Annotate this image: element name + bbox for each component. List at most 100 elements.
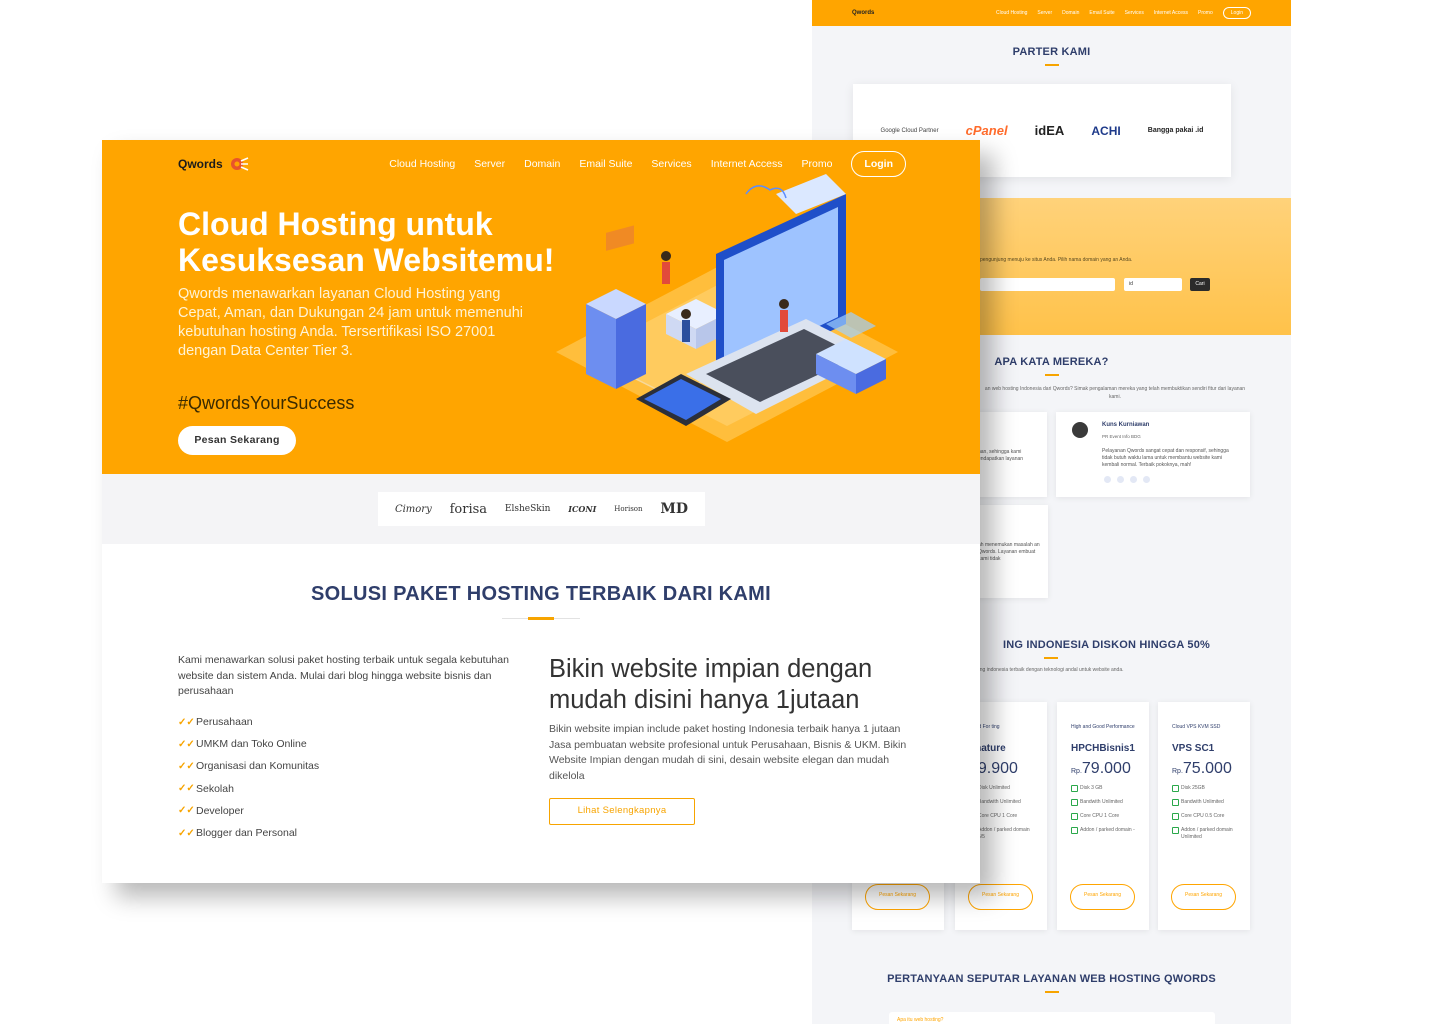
back-logo[interactable]: Qwords <box>852 10 874 16</box>
plan-price: Rp.79.000 <box>1071 760 1135 778</box>
back-nav-services[interactable]: Services <box>1125 10 1144 16</box>
double-check-icon: ✓✓ <box>178 783 195 795</box>
horison-logo: Horison <box>614 505 643 513</box>
nav-internet-access[interactable]: Internet Access <box>711 158 783 170</box>
faq-item[interactable]: Apa itu web hosting? <box>889 1012 1215 1024</box>
main-page-preview: Qwords Cloud Hosting Server Domain Email… <box>102 140 980 883</box>
price-currency: Rp. <box>1071 768 1082 775</box>
instagram-icon[interactable] <box>1130 476 1137 483</box>
back-nav-email-suite[interactable]: Email Suite <box>1089 10 1114 16</box>
back-nav-cloud-hosting[interactable]: Cloud Hosting <box>996 10 1027 16</box>
plan-feature: Core CPU 0.5 Core <box>1172 813 1236 820</box>
back-nav-server[interactable]: Server <box>1037 10 1052 16</box>
faq-title: PERTANYAAN SEPUTAR LAYANAN WEB HOSTING Q… <box>887 973 1216 985</box>
nav-cloud-hosting[interactable]: Cloud Hosting <box>389 158 455 170</box>
list-item: ✓✓ Organisasi dan Komunitas <box>178 755 319 777</box>
list-item-label: Organisasi dan Komunitas <box>196 760 320 773</box>
iconi-logo: ICONI <box>568 504 597 514</box>
order-button[interactable]: Pesan Sekarang <box>1171 884 1236 910</box>
social-icons <box>1104 476 1156 486</box>
plan-feature: Addon / parked domain - <box>1071 827 1135 834</box>
list-item-label: Perusahaan <box>196 716 253 729</box>
mail-icon <box>606 225 634 251</box>
nav-promo[interactable]: Promo <box>801 158 832 170</box>
plan-name: HPCHBisnis1 <box>1071 743 1135 754</box>
title-underline <box>1044 657 1058 659</box>
twitter-icon[interactable] <box>1104 476 1111 483</box>
domain-extension-select[interactable]: id <box>1124 278 1182 291</box>
testimonial-text: Pelayanan Qwords sangat cepat dan respon… <box>1102 448 1229 468</box>
price-currency: Rp. <box>1172 768 1183 775</box>
testimonial-text: ah menemukan masalah an Qwords. Layanan … <box>978 542 1040 562</box>
cpanel-logo: cPanel <box>965 123 1008 138</box>
order-now-button[interactable]: Pesan Sekarang <box>178 426 296 455</box>
plan-feature: Core CPU 1 Core <box>1071 813 1135 820</box>
list-item-label: UMKM dan Toko Online <box>196 738 307 751</box>
hero-description: Qwords menawarkan layanan Cloud Hosting … <box>178 286 523 359</box>
price-value: 75.000 <box>1182 760 1232 777</box>
domain-search-input[interactable] <box>980 278 1115 291</box>
order-button[interactable]: Pesan Sekarang <box>865 884 930 910</box>
client-logos-strip: Cimory forisa ElsheSkin ICONI Horison MD <box>378 492 705 526</box>
solutions-intro: Kami menawarkan solusi paket hosting ter… <box>178 654 509 697</box>
discount-subtitle: osting indonesia terbaik dengan teknolog… <box>972 667 1124 673</box>
list-item: ✓✓ Perusahaan <box>178 711 319 733</box>
plan-name: VPS SC1 <box>1172 743 1215 754</box>
cimory-logo: Cimory <box>394 503 432 515</box>
plan-feature: Addon / parked domain Unlimited <box>1172 827 1236 841</box>
testimonial-text: han, sehingga kami endapatkan layanan <box>978 449 1024 462</box>
back-nav-promo[interactable]: Promo <box>1198 10 1213 16</box>
testimonial-name: Kuns Kurniawan <box>1102 422 1150 428</box>
website-offer-title: Bikin website impian dengan mudah disini… <box>549 655 873 714</box>
logo-text: Qwords <box>178 157 223 171</box>
nav-domain[interactable]: Domain <box>524 158 560 170</box>
nav-services[interactable]: Services <box>651 158 691 170</box>
facebook-icon[interactable] <box>1117 476 1124 483</box>
hero-title: Cloud Hosting untuk Kesuksesan Websitemu… <box>178 206 555 278</box>
double-check-icon: ✓✓ <box>178 827 195 839</box>
md-logo: MD <box>660 501 689 517</box>
partners-title: PARTER KAMI <box>1012 46 1091 58</box>
list-item: ✓✓ Developer <box>178 800 319 822</box>
back-login-button[interactable]: Login <box>1222 7 1251 19</box>
list-item-label: Sekolah <box>196 782 234 795</box>
avatar <box>1072 422 1088 438</box>
plan-tag: Cloud VPS KVM SSD <box>1172 724 1221 730</box>
title-underline <box>1044 374 1059 376</box>
testimonials-subtitle: an web hosting Indonesia dari Qwords? Si… <box>984 386 1246 400</box>
server-rack-icon <box>586 289 646 389</box>
plan-tag: High and Good Performance <box>1071 724 1135 730</box>
plan-feature: Disk 3 GB <box>1071 785 1135 792</box>
solutions-list: ✓✓ Perusahaan ✓✓ UMKM dan Toko Online ✓✓ Or… <box>178 711 319 844</box>
pandi-id-logo: Bangga pakai .id <box>1147 127 1204 134</box>
double-check-icon: ✓✓ <box>178 716 195 728</box>
order-button[interactable]: Pesan Sekarang <box>968 884 1033 910</box>
back-nav-domain[interactable]: Domain <box>1062 10 1079 16</box>
double-check-icon: ✓✓ <box>178 760 195 772</box>
see-more-button[interactable]: Lihat Selengkapnya <box>549 798 695 825</box>
list-item: ✓✓ UMKM dan Toko Online <box>178 733 319 755</box>
client-logos-section: Cimory forisa ElsheSkin ICONI Horison MD <box>102 474 980 544</box>
testimonial-role: PR Event Info BDG <box>1102 434 1141 439</box>
order-button[interactable]: Pesan Sekarang <box>1070 884 1135 910</box>
plan-feature: Bandwith Unlimited <box>1071 799 1135 806</box>
nav-server[interactable]: Server <box>474 158 505 170</box>
solutions-title: SOLUSI PAKET HOSTING TERBAIK DARI KAMI <box>311 583 771 605</box>
list-item-label: Developer <box>196 804 244 817</box>
testimonial-card: Kuns Kurniawan PR Event Info BDG Pelayan… <box>1056 412 1250 497</box>
hero-hashtag: #QwordsYourSuccess <box>178 393 355 413</box>
title-underline <box>502 617 580 620</box>
linkedin-icon[interactable] <box>1143 476 1150 483</box>
list-item: ✓✓ Sekolah <box>178 778 319 800</box>
forisa-logo: forisa <box>449 501 488 517</box>
back-nav-internet-access[interactable]: Internet Access <box>1154 10 1188 16</box>
google-cloud-logo: Google Cloud Partner <box>880 127 939 134</box>
domain-search-button[interactable]: Cari <box>1190 278 1210 291</box>
partners-heading: PARTER KAMI <box>812 46 1291 66</box>
qwords-logo[interactable]: Qwords <box>178 155 249 173</box>
list-item: ✓✓ Blogger dan Personal <box>178 822 319 844</box>
nav-email-suite[interactable]: Email Suite <box>579 158 632 170</box>
double-check-icon: ✓✓ <box>178 805 195 817</box>
pricing-card: Cloud VPS KVM SSD VPS SC1 Rp.75.000 Disk… <box>1158 702 1250 930</box>
double-check-icon: ✓✓ <box>178 738 195 750</box>
